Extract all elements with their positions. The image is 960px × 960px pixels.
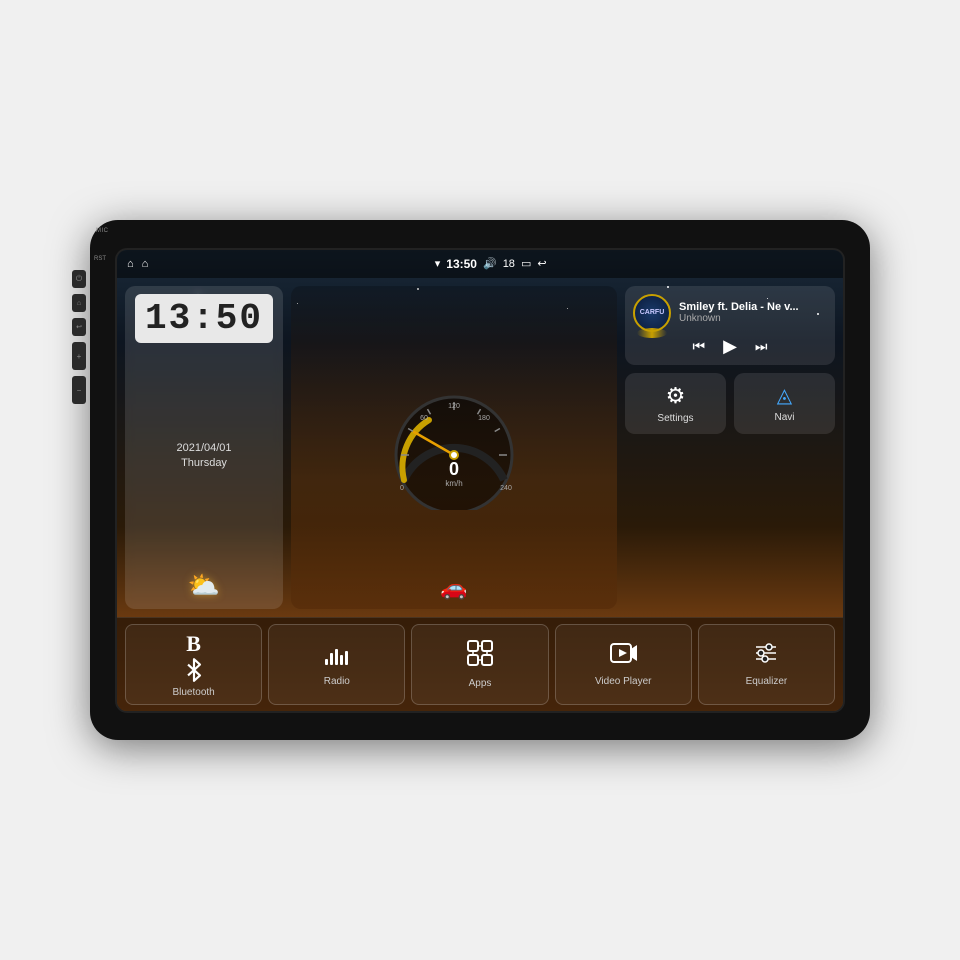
mic-label: MIC xyxy=(96,228,109,234)
next-button[interactable]: ⏭ xyxy=(755,338,768,355)
apps-icon xyxy=(466,639,494,674)
navi-icon: ◬ xyxy=(777,383,792,408)
status-left: ⌂ ⌂ xyxy=(127,258,148,270)
bluetooth-icon: B xyxy=(186,631,201,657)
svg-text:km/h: km/h xyxy=(445,479,462,488)
volume-icon: 🔊 xyxy=(483,257,497,270)
svg-text:240: 240 xyxy=(500,485,512,492)
car-head-unit: MIC RST ⏻ ⌂ ↩ + − xyxy=(90,220,870,740)
main-screen: ⌂ ⌂ ▾ 13:50 🔊 18 ▭ ↩ 13:50 2021/04/01 xyxy=(115,248,845,713)
svg-text:0: 0 xyxy=(449,459,459,479)
status-time: 13:50 xyxy=(446,257,477,271)
speedometer-widget: 0 60 120 180 240 0 km/h 🚗 xyxy=(291,286,617,609)
equalizer-label: Equalizer xyxy=(746,676,788,687)
bluetooth-button[interactable]: B Bluetooth xyxy=(125,624,262,705)
bluetooth-svg xyxy=(181,657,207,683)
music-info: Smiley ft. Delia - Ne v... Unknown xyxy=(679,301,827,324)
bluetooth-label: Bluetooth xyxy=(172,687,214,698)
video-label: Video Player xyxy=(595,676,652,687)
status-center: ▾ 13:50 🔊 18 ▭ ↩ xyxy=(435,257,547,271)
rst-label: RST xyxy=(94,256,106,262)
volume-level: 18 xyxy=(503,258,515,270)
back-side-button[interactable]: ↩ xyxy=(72,318,86,336)
clock-widget: 13:50 2021/04/01 Thursday ⛅ xyxy=(125,286,283,609)
settings-button[interactable]: ⚙ Settings xyxy=(625,373,726,434)
video-icon xyxy=(609,641,637,672)
svg-text:180: 180 xyxy=(478,415,490,422)
main-content: 13:50 2021/04/01 Thursday ⛅ xyxy=(117,278,843,711)
music-title: Smiley ft. Delia - Ne v... xyxy=(679,301,819,313)
status-bar: ⌂ ⌂ ▾ 13:50 🔊 18 ▭ ↩ xyxy=(117,250,843,278)
settings-label: Settings xyxy=(657,413,693,424)
home-icon: ⌂ xyxy=(127,258,134,270)
navi-button[interactable]: ◬ Navi xyxy=(734,373,835,434)
home-side-button[interactable]: ⌂ xyxy=(72,294,86,312)
power-button[interactable]: ⏻ xyxy=(72,270,86,288)
radio-label: Radio xyxy=(324,676,350,687)
music-logo: CARFU xyxy=(633,294,671,332)
radio-icon xyxy=(323,641,351,672)
road-car-icon: 🚗 xyxy=(440,575,467,601)
vol-down-button[interactable]: − xyxy=(72,376,86,404)
wifi-icon: ▾ xyxy=(435,257,441,270)
prev-button[interactable]: ⏮ xyxy=(692,338,705,355)
settings-icon: ⚙ xyxy=(666,383,686,409)
apps-label: Apps xyxy=(469,678,492,689)
widgets-row: 13:50 2021/04/01 Thursday ⛅ xyxy=(117,278,843,617)
clock-date: 2021/04/01 Thursday xyxy=(176,441,231,472)
side-buttons: ⏻ ⌂ ↩ + − xyxy=(72,270,86,404)
clock-display: 13:50 xyxy=(135,294,273,343)
right-widgets: CARFU Smiley ft. Delia - Ne v... Unknown… xyxy=(625,286,835,609)
battery-icon: ▭ xyxy=(521,257,531,270)
speedometer-svg: 0 60 120 180 240 0 km/h xyxy=(384,380,524,515)
action-buttons: ⚙ Settings ◬ Navi xyxy=(625,373,835,434)
equalizer-button[interactable]: Equalizer xyxy=(698,624,835,705)
video-player-button[interactable]: Video Player xyxy=(555,624,692,705)
svg-text:0: 0 xyxy=(400,485,404,492)
music-header: CARFU Smiley ft. Delia - Ne v... Unknown xyxy=(633,294,827,332)
navi-label: Navi xyxy=(774,412,794,423)
vol-up-button[interactable]: + xyxy=(72,342,86,370)
bottom-dock: B Bluetooth xyxy=(117,617,843,711)
equalizer-icon xyxy=(752,641,780,672)
weather-icon: ⛅ xyxy=(188,570,220,601)
back-icon: ↩ xyxy=(537,257,546,270)
radio-button[interactable]: Radio xyxy=(268,624,405,705)
play-button[interactable]: ▶ xyxy=(723,336,737,357)
svg-text:60: 60 xyxy=(420,415,428,422)
music-artist: Unknown xyxy=(679,313,827,324)
home2-icon: ⌂ xyxy=(142,258,149,270)
svg-text:120: 120 xyxy=(448,403,460,410)
music-widget: CARFU Smiley ft. Delia - Ne v... Unknown… xyxy=(625,286,835,365)
apps-button[interactable]: Apps xyxy=(411,624,548,705)
music-controls: ⏮ ▶ ⏭ xyxy=(633,336,827,357)
